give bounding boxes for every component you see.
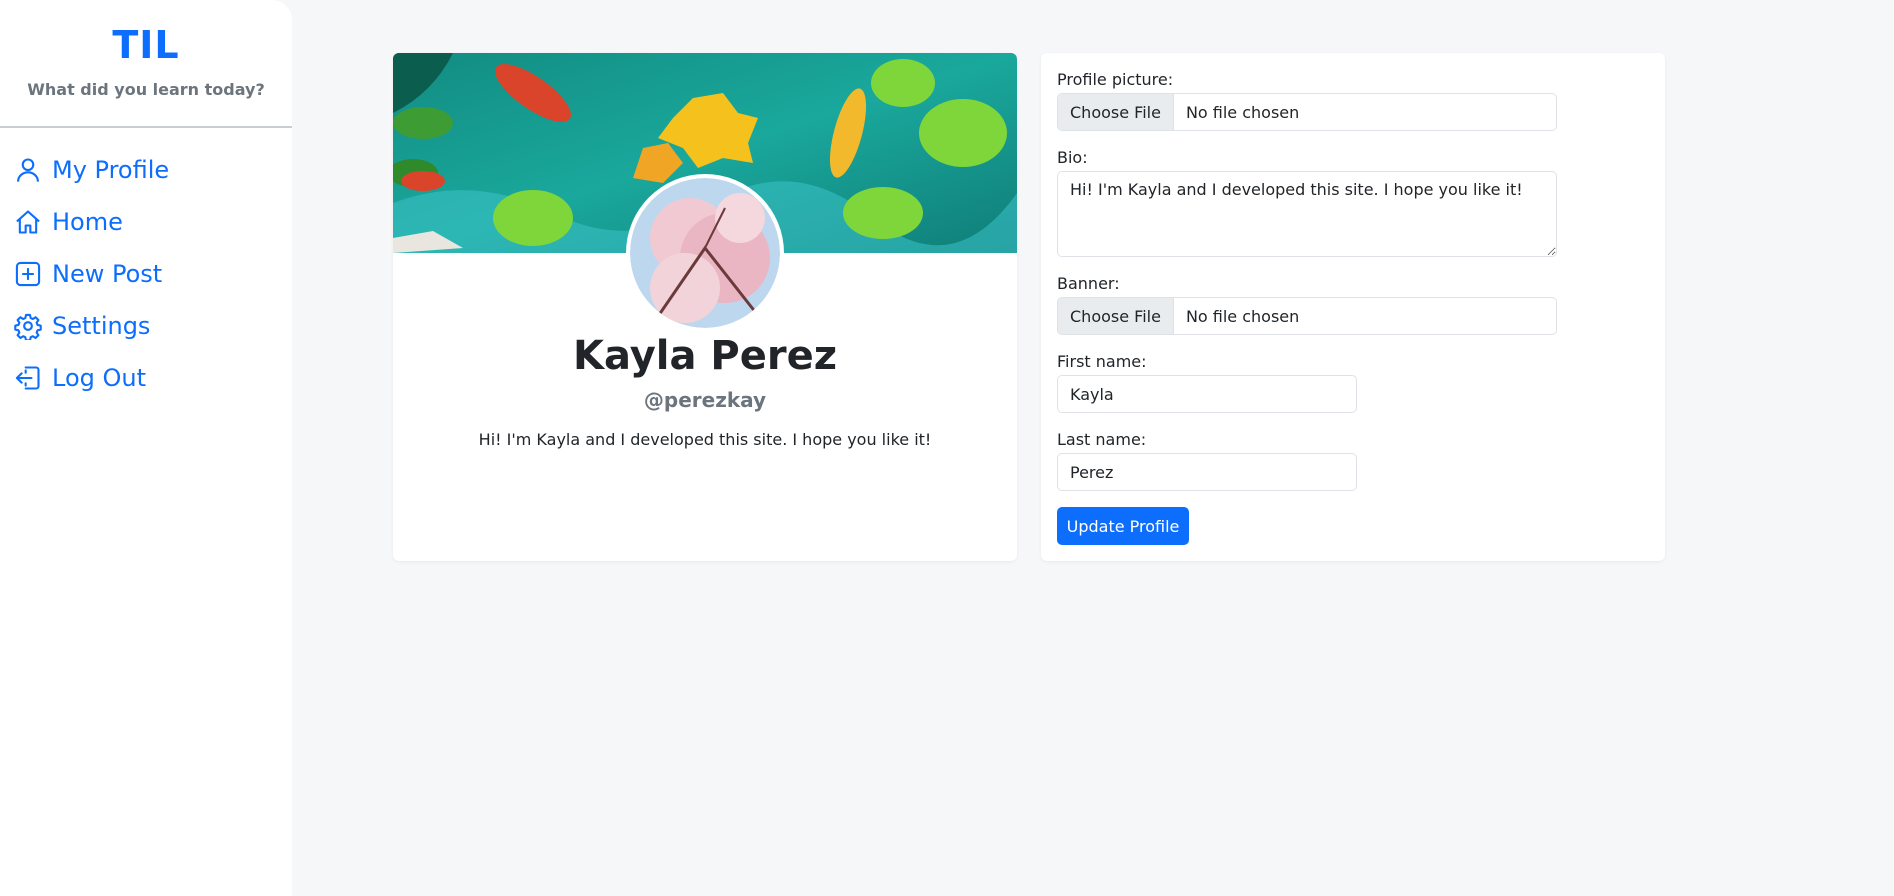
choose-file-button[interactable]: Choose File <box>1058 298 1174 334</box>
first-name-label: First name: <box>1057 352 1147 371</box>
avatar-frame <box>626 174 784 332</box>
brand-tagline: What did you learn today? <box>27 80 265 99</box>
update-profile-button[interactable]: Update Profile <box>1057 507 1189 545</box>
first-name-input[interactable] <box>1057 375 1357 413</box>
profile-card: Kayla Perez @perezkay Hi! I'm Kayla and … <box>393 53 1017 561</box>
sidebar: TIL What did you learn today? My Profile… <box>0 0 292 896</box>
sidebar-item-new-post[interactable]: New Post <box>0 248 292 300</box>
plus-square-icon <box>14 260 42 288</box>
sidebar-item-log-out[interactable]: Log Out <box>0 352 292 404</box>
last-name-label: Last name: <box>1057 430 1147 449</box>
sidebar-item-label: Home <box>52 208 123 236</box>
brand: TIL What did you learn today? <box>0 0 292 128</box>
sidebar-nav: My Profile Home New Post Settings Log Ou… <box>0 128 292 404</box>
sidebar-item-label: Settings <box>52 312 151 340</box>
gear-icon <box>14 312 42 340</box>
profile-picture-file-input[interactable]: Choose File No file chosen <box>1057 93 1557 131</box>
sidebar-item-settings[interactable]: Settings <box>0 300 292 352</box>
logout-icon <box>14 364 42 392</box>
choose-file-button[interactable]: Choose File <box>1058 94 1174 130</box>
bio-label: Bio: <box>1057 148 1088 167</box>
profile-bio: Hi! I'm Kayla and I developed this site.… <box>478 430 932 449</box>
banner-file-input[interactable]: Choose File No file chosen <box>1057 297 1557 335</box>
banner-label: Banner: <box>1057 274 1120 293</box>
brand-title[interactable]: TIL <box>0 22 292 68</box>
edit-profile-form: Profile picture: Choose File No file cho… <box>1041 53 1665 561</box>
profile-picture-label: Profile picture: <box>1057 70 1174 89</box>
file-status: No file chosen <box>1185 102 1300 122</box>
sidebar-item-label: New Post <box>52 260 163 288</box>
sidebar-item-home[interactable]: Home <box>0 196 292 248</box>
sidebar-item-my-profile[interactable]: My Profile <box>0 144 292 196</box>
user-icon <box>14 156 42 184</box>
bio-textarea[interactable]: Hi! I'm Kayla and I developed this site.… <box>1057 171 1557 257</box>
sidebar-item-label: Log Out <box>52 364 147 392</box>
sidebar-item-label: My Profile <box>52 156 170 184</box>
profile-handle: @perezkay <box>643 388 767 412</box>
profile-full-name: Kayla Perez <box>572 333 838 379</box>
home-icon <box>14 208 42 236</box>
avatar <box>630 178 780 328</box>
file-status: No file chosen <box>1185 306 1300 326</box>
last-name-input[interactable] <box>1057 453 1357 491</box>
